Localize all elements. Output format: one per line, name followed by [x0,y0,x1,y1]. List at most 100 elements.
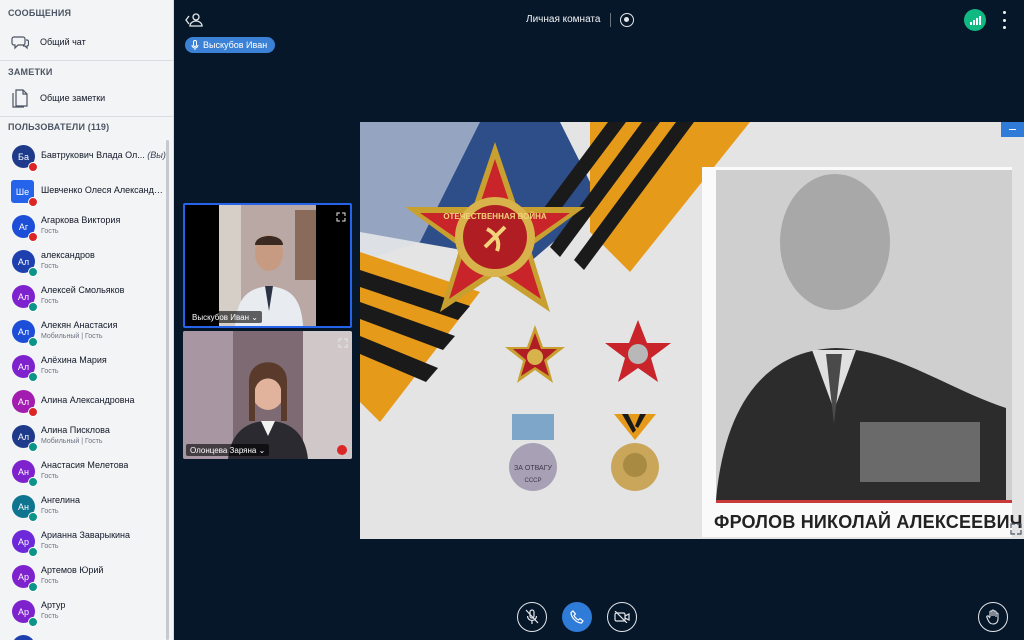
user-status-icon [28,582,38,592]
user-name: Бавтрукович Влада Ол... (Вы) [41,150,166,160]
user-role: Гость [41,298,59,305]
user-name-text: Алина Писклова [41,425,110,435]
leave-session-icon[interactable] [184,10,204,30]
avatar: Бы [12,635,35,640]
notes-section-title: ЗАМЕТКИ [8,67,53,77]
user-list-item[interactable]: Ал александров Гость [0,245,168,280]
sidebar: СООБЩЕНИЯ Общий чат ЗАМЕТКИ Общие заметк… [0,0,174,640]
user-list-item[interactable]: Ба Бавтрукович Влада Ол... (Вы) [0,140,168,175]
user-name-text: Шевченко Олеся Александр... [41,185,166,195]
users-section-title: ПОЛЬЗОВАТЕЛИ (119) [8,122,110,132]
user-status-icon [28,232,38,242]
user-name: Алексей Смольяков [41,285,124,295]
messages-section-title: СООБЩЕНИЯ [8,8,72,18]
user-role: Гость [41,368,59,375]
user-name-text: Арианна Заварыкина [41,530,131,540]
video-off-icon [614,611,630,623]
user-role: Гость [41,543,59,550]
user-name-text: Агаркова Виктория [41,215,121,225]
user-role: Гость [41,613,59,620]
user-name: Алекян Анастасия [41,320,117,330]
user-list-item[interactable]: Ар Артемов Юрий Гость [0,560,168,595]
user-name: Шевченко Олеся Александр... [41,185,166,195]
record-icon[interactable] [620,13,634,27]
public-chat-item[interactable]: Общий чат [10,32,86,52]
user-name: Артемов Юрий [41,565,103,575]
user-role: Мобильный | Гость [41,438,103,445]
user-name-text: Алина Александровна [41,395,135,405]
user-role: Гость [41,263,59,270]
user-list-item[interactable]: Ал Алёхина Мария Гость [0,350,168,385]
phone-icon [570,610,584,624]
medal-inscription: ОТЕЧЕСТВЕННАЯ ВОЙНА [443,212,547,221]
slide-caption: ФРОЛОВ НИКОЛАЙ АЛЕКСЕЕВИЧ [714,512,1023,532]
webcam-username[interactable]: Выскубов Иван ⌄ [188,311,262,323]
user-list-item[interactable]: Аг Агаркова Виктория Гость [0,210,168,245]
shared-notes-item[interactable]: Общие заметки [10,88,105,108]
fullscreen-icon[interactable] [1010,522,1022,535]
user-name: Анастасия Мелетова [41,460,128,470]
share-webcam-button[interactable] [607,602,637,632]
user-role: Гость [41,228,59,235]
user-name: Ангелина [41,495,80,505]
fullscreen-icon[interactable] [336,209,346,222]
you-indicator: (Вы) [147,150,166,160]
user-list-item[interactable]: Ар Артур Гость [0,595,168,630]
user-list-item[interactable]: Ал Алина Писклова Мобильный | Гость [0,420,168,455]
shared-notes-label: Общие заметки [40,93,106,103]
talking-user-name: Выскубов Иван [203,40,268,50]
webcam-name: Выскубов Иван [192,312,250,322]
divider [0,60,173,61]
fullscreen-icon[interactable] [338,335,348,348]
unmute-button[interactable] [517,602,547,632]
muted-mic-icon [337,445,347,455]
divider [610,13,611,27]
user-status-icon [28,372,38,382]
user-name: Артур [41,600,65,610]
user-status-icon [28,302,38,312]
user-name: Агаркова Виктория [41,215,120,225]
user-name: Алёхина Мария [41,355,107,365]
user-list-item[interactable]: Ан Анастасия Мелетова Гость [0,455,168,490]
sidebar-scrollbar[interactable] [166,140,169,640]
user-role: Гость [41,508,59,515]
webcam-video [183,331,352,459]
user-status-icon [28,337,38,347]
user-name-text: Алекян Анастасия [41,320,118,330]
user-name-text: Анастасия Мелетова [41,460,129,470]
divider [0,116,173,117]
user-list-item[interactable]: Ал Алексей Смольяков Гость [0,280,168,315]
user-name: Алина Александровна [41,395,135,405]
user-list-item[interactable]: Ал Алина Александровна [0,385,168,420]
user-list-item[interactable]: Ан Ангелина Гость [0,490,168,525]
raise-hand-button[interactable] [978,602,1008,632]
user-role: Гость [41,473,59,480]
user-list-item[interactable]: БыБыкова Анна [0,630,168,640]
user-status-icon [28,197,38,207]
user-name: Алина Писклова [41,425,110,435]
leave-audio-button[interactable] [562,602,592,632]
webcam-video [219,205,316,326]
public-chat-label: Общий чат [40,37,86,47]
user-list-item[interactable]: Ше Шевченко Олеся Александр... [0,175,168,210]
user-list-item[interactable]: Ал Алекян Анастасия Мобильный | Гость [0,315,168,350]
slide-artwork: ОТЕЧЕСТВЕННАЯ ВОЙНА ЗА ОТВАГУ СССР [360,122,1024,539]
user-status-icon [28,617,38,627]
user-status-icon [28,477,38,487]
talking-indicator: Выскубов Иван [185,37,276,53]
webcam-username[interactable]: Олонцева Заряна ⌄ [186,444,270,456]
connection-status-button[interactable] [964,9,986,31]
user-status-icon [28,512,38,522]
user-list: Ба Бавтрукович Влада Ол... (Вы) Ше Шевченко… [0,140,168,640]
user-name-text: Алёхина Мария [41,355,107,365]
minimize-presentation-button[interactable] [1001,122,1024,137]
user-list-item[interactable]: Ар Арианна Заварыкина Гость [0,525,168,560]
webcam-tile[interactable]: Выскубов Иван ⌄ [183,203,352,328]
webcam-tile[interactable]: Олонцева Заряна ⌄ [183,331,352,459]
microphone-icon [191,40,199,50]
user-name: александров [41,250,95,260]
options-menu-icon[interactable] [1000,11,1008,29]
user-status-icon [28,267,38,277]
presentation-slide[interactable]: ОТЕЧЕСТВЕННАЯ ВОЙНА ЗА ОТВАГУ СССР [360,122,1024,539]
user-status-icon [28,407,38,417]
